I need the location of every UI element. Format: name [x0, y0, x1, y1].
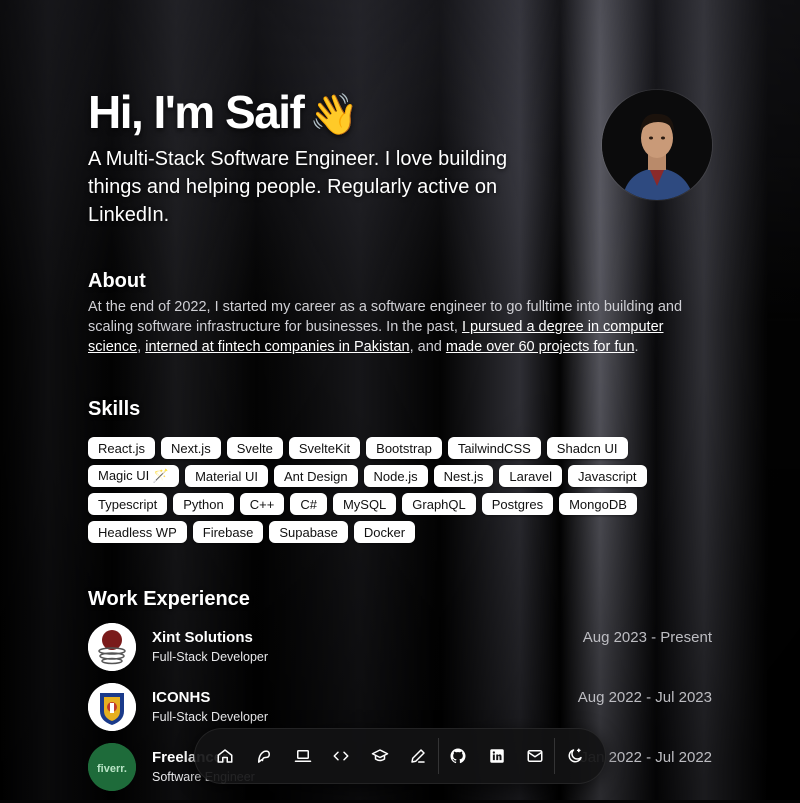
- skill-badge: Svelte: [226, 437, 283, 459]
- skill-badge: Next.js: [160, 437, 221, 459]
- skill-badge: Ant Design: [273, 465, 358, 487]
- dock-email-button[interactable]: [516, 736, 555, 776]
- skill-badge: React.js: [88, 437, 155, 459]
- job-company: Xint Solutions: [152, 629, 253, 646]
- skills-list: React.js Next.js Svelte SvelteKit Bootst…: [88, 437, 668, 543]
- job-dates: Aug 2023 - Present: [582, 629, 712, 646]
- skill-badge: TailwindCSS: [447, 437, 541, 459]
- internship-link[interactable]: interned at fintech companies in Pakista…: [145, 339, 409, 355]
- skills-title: Skills: [88, 398, 141, 420]
- skill-badge: Headless WP: [88, 521, 187, 543]
- dock-code-button[interactable]: [322, 736, 361, 776]
- job-item[interactable]: Xint Solutions Full-Stack Developer Aug …: [88, 623, 712, 683]
- job-company: ICONHS: [152, 689, 211, 706]
- code-icon: [333, 751, 349, 761]
- about-title: About: [88, 270, 146, 292]
- laptop-icon: [294, 750, 311, 762]
- skill-badge: MySQL: [332, 493, 397, 515]
- skill-badge: Shadcn UI: [546, 437, 628, 459]
- pencil-icon: [411, 749, 426, 763]
- navigation-dock: [194, 728, 606, 784]
- hero-greeting-text: Hi, I'm Saif: [88, 86, 305, 138]
- skill-badge: Bootstrap: [366, 437, 442, 459]
- skill-badge: Firebase: [192, 521, 264, 543]
- dock-linkedin-button[interactable]: [477, 736, 516, 776]
- about-text-end: .: [634, 339, 639, 355]
- avatar: [602, 90, 712, 200]
- company-logo: [88, 683, 136, 731]
- github-icon: [450, 748, 466, 764]
- skill-badge: SvelteKit: [288, 437, 361, 459]
- about-sep-2: , and: [409, 339, 446, 355]
- skills-section: Skills React.js Next.js Svelte SvelteKit…: [88, 398, 712, 543]
- skill-badge: Postgres: [481, 493, 554, 515]
- dock-write-button[interactable]: [399, 736, 438, 776]
- home-icon: [217, 749, 233, 763]
- company-logo: fiverr.: [88, 743, 136, 791]
- skill-badge: Python: [173, 493, 234, 515]
- skill-badge: C#: [290, 493, 327, 515]
- dock-theme-toggle[interactable]: [555, 736, 594, 776]
- mail-icon: [527, 750, 543, 762]
- fiverr-logo-text: fiverr.: [97, 763, 127, 775]
- skill-badge: Docker: [353, 521, 416, 543]
- hero-tagline: A Multi-Stack Software Engineer. I love …: [88, 148, 508, 226]
- skill-badge: Laravel: [499, 465, 562, 487]
- skill-badge: Magic UI 🪄: [88, 465, 180, 487]
- projects-link[interactable]: made over 60 projects for fun: [446, 339, 635, 355]
- skill-badge: MongoDB: [559, 493, 637, 515]
- graduation-cap-icon: [371, 749, 388, 762]
- about-section: About At the end of 2022, I started my c…: [88, 270, 712, 357]
- dock-projects-button[interactable]: [283, 736, 322, 776]
- dock-github-button[interactable]: [439, 736, 478, 776]
- about-text: At the end of 2022, I started my career …: [88, 297, 712, 357]
- linkedin-icon: [489, 749, 504, 763]
- skill-badge: Javascript: [568, 465, 647, 487]
- job-role: Full-Stack Developer: [152, 650, 269, 664]
- skill-badge: Supabase: [269, 521, 348, 543]
- skill-badge: GraphQL: [402, 493, 476, 515]
- skill-badge: Node.js: [363, 465, 428, 487]
- job-role: Full-Stack Developer: [152, 710, 269, 724]
- company-logo: [88, 623, 136, 671]
- job-dates: Aug 2022 - Jul 2023: [577, 689, 712, 706]
- wave-emoji: 👋: [309, 93, 359, 137]
- skill-badge: Typescript: [88, 493, 168, 515]
- skill-badge: C++: [239, 493, 285, 515]
- theme-toggle-icon: [568, 748, 582, 763]
- hero-section: Hi, I'm Saif 👋 A Multi-Stack Software Eng…: [88, 86, 712, 229]
- skill-badge: Nest.js: [433, 465, 494, 487]
- blog-icon: [257, 750, 270, 763]
- dock-home-button[interactable]: [206, 736, 245, 776]
- work-experience-title: Work Experience: [88, 588, 250, 610]
- dock-education-button[interactable]: [360, 736, 399, 776]
- skill-badge: Material UI: [185, 465, 268, 487]
- dock-blog-button[interactable]: [245, 736, 284, 776]
